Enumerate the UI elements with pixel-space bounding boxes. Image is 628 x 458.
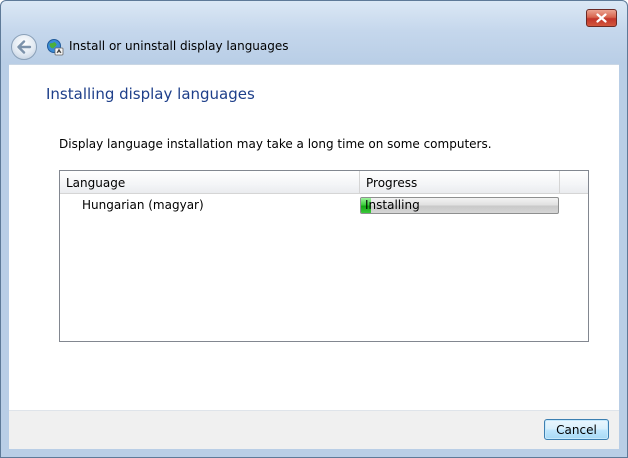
column-header-filler [560,171,588,193]
progress-status-text: Installing [365,198,420,212]
column-header-progress[interactable]: Progress [360,171,560,193]
column-header-language[interactable]: Language [60,171,360,193]
list-header: Language Progress [60,171,588,194]
window-title: Install or uninstall display languages [69,39,289,53]
content-panel: Installing display languages Display lan… [9,64,619,411]
page-description: Display language installation may take a… [59,137,492,151]
close-button[interactable] [586,9,617,27]
installation-progress-bar: Installing [360,197,559,214]
language-globe-icon [47,39,64,56]
footer-bar: Cancel [9,411,619,449]
close-icon [596,13,607,23]
page-title: Installing display languages [46,85,255,103]
cancel-button[interactable]: Cancel [544,419,609,440]
back-button[interactable] [11,34,37,60]
installer-window: Install or uninstall display languages I… [0,0,628,458]
language-list[interactable]: Language Progress Hungarian (magyar) Ins… [59,170,589,342]
back-arrow-icon [17,40,32,54]
list-item-language: Hungarian (magyar) [82,198,204,212]
list-item[interactable]: Hungarian (magyar) Installing [60,195,588,215]
